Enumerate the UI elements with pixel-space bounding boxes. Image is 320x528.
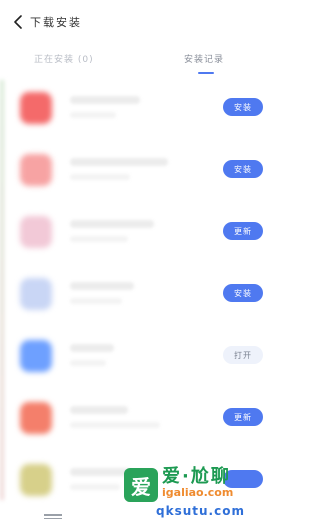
app-name-placeholder: [70, 406, 128, 414]
app-meta-placeholder: [70, 422, 160, 428]
menu-icon[interactable]: [44, 514, 62, 520]
app-icon: [20, 92, 52, 124]
app-icon: [20, 278, 52, 310]
app-name-placeholder: [70, 344, 114, 352]
app-meta-placeholder: [70, 112, 116, 118]
list-item: 安装: [0, 80, 276, 142]
app-meta-placeholder: [70, 360, 106, 366]
list-item: 打开: [0, 328, 276, 390]
app-meta-placeholder: [70, 484, 120, 490]
app-meta-placeholder: [70, 298, 122, 304]
app-icon: [20, 340, 52, 372]
list-item: 安装: [0, 266, 276, 328]
app-name-placeholder: [70, 282, 134, 290]
app-icon: [20, 154, 52, 186]
app-name-placeholder: [70, 158, 168, 166]
install-button[interactable]: 安装: [223, 98, 263, 116]
watermark-subtitle-2: qksutu.com: [156, 504, 245, 518]
app-meta-placeholder: [70, 174, 130, 180]
update-button[interactable]: 更新: [223, 222, 263, 240]
watermark-subtitle: igaliao.com: [162, 486, 234, 499]
watermark-logo: 爱: [124, 468, 158, 502]
app-icon: [20, 464, 52, 496]
update-button[interactable]: 更新: [223, 408, 263, 426]
app-name-placeholder: [70, 220, 154, 228]
app-icon: [20, 216, 52, 248]
header-bar: 下载安装: [0, 0, 276, 44]
list-item: 安装: [0, 142, 276, 204]
list-item: 更新: [0, 390, 276, 452]
install-button[interactable]: 安装: [223, 284, 263, 302]
app-icon: [20, 402, 52, 434]
app-meta-placeholder: [70, 236, 128, 242]
install-button[interactable]: 安装: [223, 160, 263, 178]
page-title: 下载安装: [30, 16, 82, 29]
chevron-left-icon: [14, 15, 22, 29]
list-item: 更新: [0, 204, 276, 266]
app-list: 安装 安装 更新 安装 打开 更新: [0, 80, 276, 500]
tab-installing[interactable]: 正在安装 (0): [34, 52, 94, 65]
watermark-title: 爱·尬聊: [162, 466, 231, 487]
open-button[interactable]: 打开: [223, 346, 263, 364]
tab-bar: 正在安装 (0) 安装记录: [0, 52, 276, 76]
back-button[interactable]: [10, 14, 26, 30]
active-tab-indicator: [198, 72, 214, 74]
tab-install-history[interactable]: 安装记录: [184, 52, 224, 65]
app-name-placeholder: [70, 96, 140, 104]
watermark: 爱 爱·尬聊 igaliao.com qksutu.com: [118, 458, 274, 526]
